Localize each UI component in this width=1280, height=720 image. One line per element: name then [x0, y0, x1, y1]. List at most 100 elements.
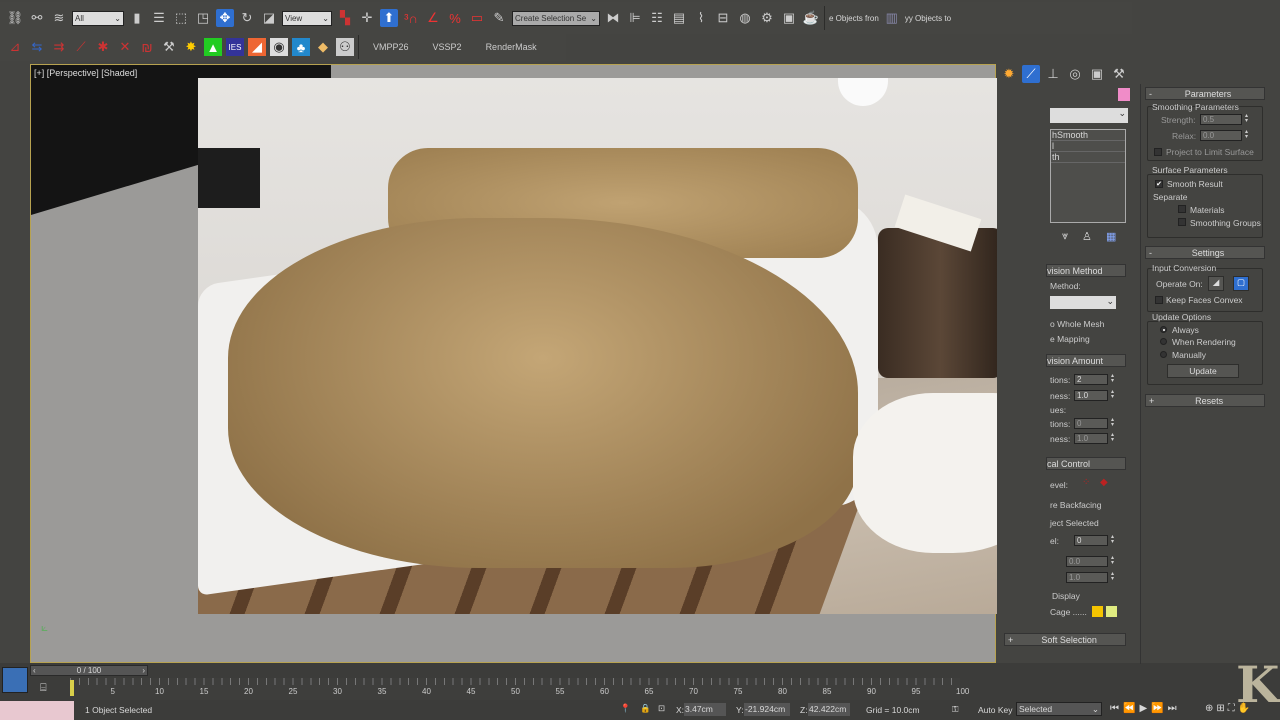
named-selection-dropdown[interactable]: Create Selection Se ⌄: [512, 10, 600, 26]
building-icon[interactable]: ▥: [883, 9, 901, 27]
tab-vssp2[interactable]: VSSP2: [423, 42, 472, 52]
pin-stack-icon[interactable]: ⩔: [1062, 230, 1068, 243]
mini-listener-button[interactable]: [2, 667, 28, 693]
rollout-resets[interactable]: + Resets: [1145, 394, 1265, 407]
go-to-start-icon[interactable]: ⏮: [1110, 703, 1123, 714]
lock-icon[interactable]: 🔒: [640, 703, 651, 714]
zoom-icon[interactable]: ⊕: [1205, 703, 1216, 714]
rollout-local-control[interactable]: cal Control: [1046, 457, 1126, 470]
stack-item[interactable]: hSmooth: [1051, 130, 1125, 141]
y-coordinate-field[interactable]: -21.924cm: [744, 703, 790, 716]
mirror-icon[interactable]: ⧓: [604, 9, 622, 27]
curve-editor-toggle-icon[interactable]: ⌸: [40, 682, 47, 695]
rendered-frame-icon[interactable]: ▣: [780, 9, 798, 27]
iterations-spinner[interactable]: ▴ ▾: [1111, 373, 1117, 385]
project-limit-checkbox[interactable]: [1154, 148, 1162, 156]
method-dropdown[interactable]: ⌄: [1050, 296, 1116, 309]
mapping-label[interactable]: e Mapping: [1050, 334, 1090, 344]
tool-7-icon[interactable]: ₪: [138, 38, 156, 56]
strength-field[interactable]: 0.5: [1200, 114, 1242, 125]
control-level-spinner[interactable]: ▴ ▾: [1111, 534, 1117, 546]
project-limit-label[interactable]: Project to Limit Surface: [1166, 147, 1254, 157]
rollout-soft-selection[interactable]: + Soft Selection: [1004, 633, 1126, 646]
hammer-icon[interactable]: ⚒: [160, 38, 178, 56]
render-setup-icon[interactable]: ⚙: [758, 9, 776, 27]
tree-icon[interactable]: ♣: [292, 38, 310, 56]
pivot-icon[interactable]: ▚: [336, 9, 354, 27]
maxscript-listener[interactable]: [0, 701, 74, 720]
manipulate-icon[interactable]: ✛: [358, 9, 376, 27]
rect-selection-icon[interactable]: ⬚: [172, 9, 190, 27]
when-rendering-radio[interactable]: [1160, 338, 1167, 345]
scene-explorer-icon[interactable]: ▤: [670, 9, 688, 27]
when-rendering-label[interactable]: When Rendering: [1172, 337, 1236, 347]
rollout-subdivision-method[interactable]: vision Method: [1046, 264, 1126, 277]
ignore-backfacing-label[interactable]: re Backfacing: [1050, 500, 1102, 510]
configure-modifier-sets-icon[interactable]: ▦: [1106, 230, 1116, 243]
keep-convex-label[interactable]: Keep Faces Convex: [1166, 295, 1243, 305]
weight-field[interactable]: 1.0: [1066, 572, 1108, 583]
operate-on-triangles-button[interactable]: ◢: [1208, 276, 1224, 291]
render-smoothness-spinner[interactable]: ▴ ▾: [1111, 432, 1117, 444]
iterations-field[interactable]: 2: [1074, 374, 1108, 385]
utilities-icon[interactable]: ⚒: [1110, 65, 1128, 83]
cage-color-1[interactable]: [1092, 606, 1103, 617]
selection-filter-dropdown[interactable]: All ⌄: [72, 10, 124, 26]
object-color-swatch[interactable]: [1118, 88, 1130, 101]
operate-on-polygons-button[interactable]: ▢: [1233, 276, 1249, 291]
smooth-result-checkbox[interactable]: ✔: [1155, 180, 1163, 188]
hierarchy-icon[interactable]: ⊥: [1044, 65, 1062, 83]
next-frame-icon[interactable]: ›: [142, 666, 145, 675]
time-slider-marker[interactable]: [70, 680, 74, 696]
update-button[interactable]: Update: [1167, 364, 1239, 378]
window-crossing-icon[interactable]: ◳: [194, 9, 212, 27]
track-bar[interactable]: 5 10 15 20 25 30 35 40 45 50 55 60 65 70 75 80 85 90 95 100: [70, 678, 969, 700]
auto-key-button[interactable]: Auto Key: [978, 705, 1013, 715]
x-coordinate-field[interactable]: 3.47cm: [684, 703, 726, 716]
schematic-view-icon[interactable]: ⊟: [714, 9, 732, 27]
select-scale-icon[interactable]: ◪: [260, 9, 278, 27]
ies-icon[interactable]: IES: [226, 38, 244, 56]
tab-rendermask[interactable]: RenderMask: [476, 42, 547, 52]
show-end-result-icon[interactable]: ♙: [1082, 230, 1092, 243]
set-key-icon[interactable]: ⚿: [952, 704, 958, 715]
smoothness-field[interactable]: 1.0: [1074, 390, 1108, 401]
reference-coord-dropdown[interactable]: View ⌄: [282, 10, 332, 26]
go-to-end-icon[interactable]: ⏭: [1168, 703, 1181, 714]
relax-field[interactable]: 0.0: [1200, 130, 1242, 141]
tool-2-icon[interactable]: ⇆: [28, 38, 46, 56]
rollout-parameters[interactable]: - Parameters: [1145, 87, 1265, 100]
materials-label[interactable]: Materials: [1190, 205, 1224, 215]
tool-3-icon[interactable]: ⇉: [50, 38, 68, 56]
stack-item[interactable]: l: [1051, 141, 1125, 152]
material-editor-icon[interactable]: ◍: [736, 9, 754, 27]
rollout-subdivision-amount[interactable]: vision Amount: [1046, 354, 1126, 367]
next-key-icon[interactable]: ⏩: [1151, 703, 1167, 714]
absolute-mode-icon[interactable]: ⊡: [658, 703, 665, 714]
manually-label[interactable]: Manually: [1172, 350, 1206, 360]
motion-icon[interactable]: ◎: [1066, 65, 1084, 83]
smoothness-spinner[interactable]: ▴ ▾: [1111, 389, 1117, 401]
tab-vmpp26[interactable]: VMPP26: [363, 42, 419, 52]
display-icon[interactable]: ▣: [1088, 65, 1106, 83]
relax-spinner[interactable]: ▴ ▾: [1245, 129, 1251, 141]
control-level-field[interactable]: 0: [1074, 535, 1108, 546]
layer-manager-icon[interactable]: ☷: [648, 9, 666, 27]
vertex-icon[interactable]: ⁘: [1082, 477, 1090, 488]
toolbar-text-1[interactable]: e Objects fron: [829, 14, 879, 23]
render-mask-icon[interactable]: ⚇: [336, 38, 354, 56]
tool-1-icon[interactable]: ⊿: [6, 38, 24, 56]
render-iterations-field[interactable]: 0: [1074, 418, 1108, 429]
crease-field[interactable]: 0.0: [1066, 556, 1108, 567]
tool-5-icon[interactable]: ✱: [94, 38, 112, 56]
whole-mesh-label[interactable]: o Whole Mesh: [1050, 319, 1104, 329]
select-by-name-icon[interactable]: ☰: [150, 9, 168, 27]
isolate-icon[interactable]: 📍: [620, 703, 631, 714]
prev-frame-icon[interactable]: ‹: [33, 666, 36, 675]
align-icon[interactable]: ⊫: [626, 9, 644, 27]
unlink-icon[interactable]: ⚯: [28, 9, 46, 27]
crease-spinner[interactable]: ▴ ▾: [1111, 555, 1117, 567]
curve-editor-icon[interactable]: ⌇: [692, 9, 710, 27]
tool-6-icon[interactable]: ✕: [116, 38, 134, 56]
smoothing-groups-checkbox[interactable]: [1178, 218, 1186, 226]
